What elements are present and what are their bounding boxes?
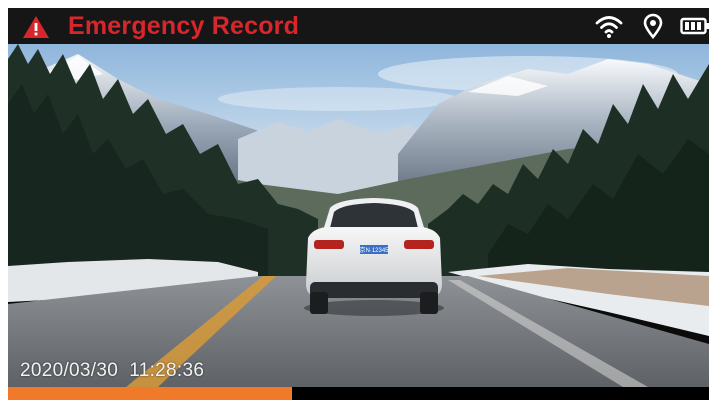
- warning-triangle-icon: [23, 16, 49, 38]
- wifi-icon: [595, 16, 623, 38]
- gps-location-icon: [643, 13, 663, 39]
- camera-live-view: 京N·12345: [8, 44, 709, 387]
- recording-mode-title: Emergency Record: [68, 12, 300, 40]
- status-bar: Emergency Record: [8, 8, 709, 44]
- road-scene: 京N·12345: [8, 44, 709, 387]
- recording-timestamp: 2020/03/30 11:28:36: [20, 360, 205, 381]
- dashcam-screen: 京N·12345 Emergency Record 2020/03/30 11:…: [8, 8, 709, 400]
- recording-progress-fill: [8, 387, 292, 400]
- recording-progress-bar: [8, 387, 709, 400]
- license-plate-text: 京N·12345: [359, 246, 389, 254]
- battery-icon: [680, 17, 709, 35]
